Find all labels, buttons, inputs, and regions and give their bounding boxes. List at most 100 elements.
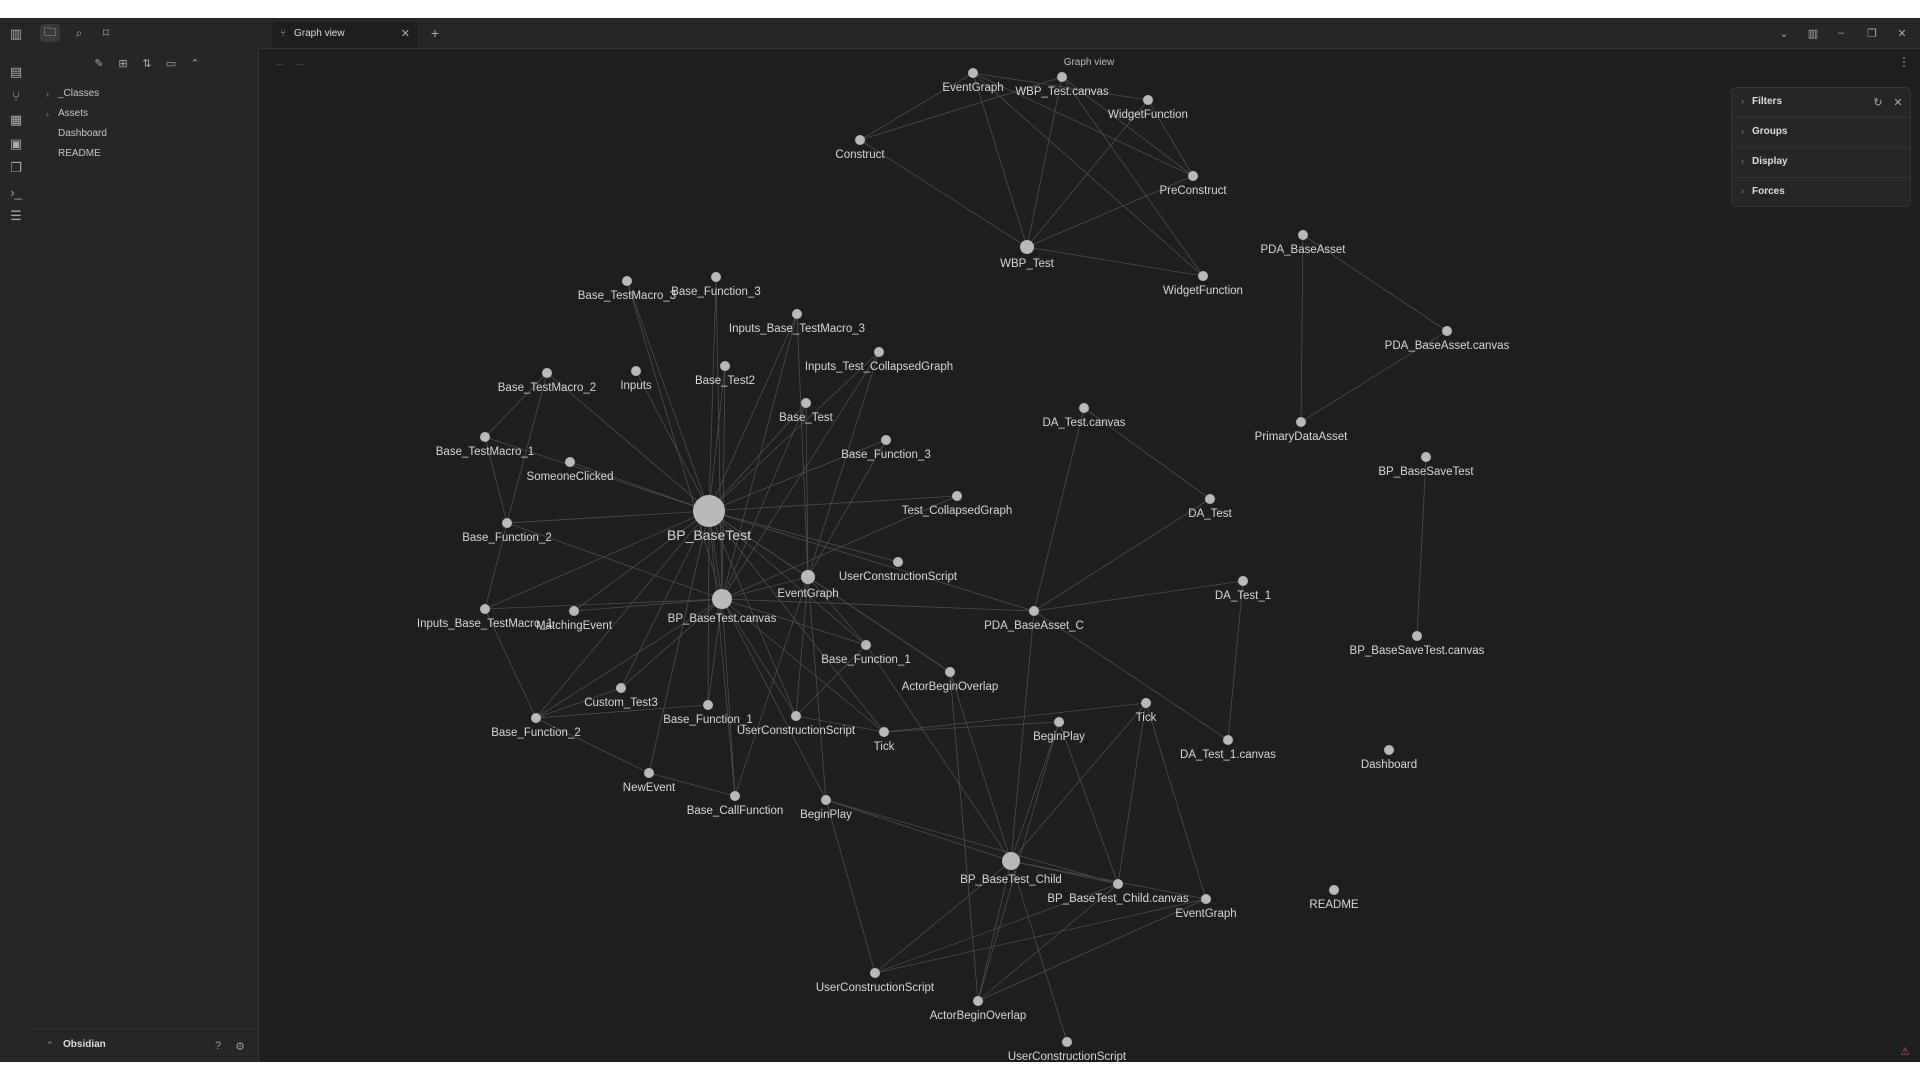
graph-node-dot[interactable] (622, 276, 632, 286)
tree-file-dashboard[interactable]: Dashboard (32, 124, 258, 144)
graph-node-dot[interactable] (952, 491, 962, 501)
sync-status-icon[interactable]: ⚠ (1898, 1044, 1912, 1058)
sort-button[interactable]: ⇅ (138, 54, 156, 72)
graph-canvas[interactable]: EventGraph WBP_Test.canvas WidgetFunction C… (0, 18, 1920, 1062)
auto-reveal-button[interactable]: ▭ (162, 54, 180, 72)
new-folder-button[interactable]: ⊞ (114, 54, 132, 72)
tree-folder-classes[interactable]: › _Classes (32, 84, 258, 104)
graph-node[interactable]: SomeoneClicked (527, 457, 614, 483)
graph-node[interactable]: Inputs_Base_TestMacro_1 (417, 604, 553, 630)
graph-node-dot[interactable] (542, 368, 552, 378)
graph-node-dot[interactable] (616, 683, 626, 693)
graph-node[interactable]: ActorBeginOverlap (930, 996, 1027, 1022)
graph-node-dot[interactable] (821, 795, 831, 805)
graph-node[interactable]: BP_BaseTest_Child.canvas (1047, 879, 1189, 905)
graph-node-dot[interactable] (703, 700, 713, 710)
collapse-all-button[interactable]: ⌃ (186, 54, 204, 72)
graph-node-dot[interactable] (480, 604, 490, 614)
graph-node-dot[interactable] (874, 347, 884, 357)
graph-node-dot[interactable] (1113, 879, 1123, 889)
graph-node[interactable]: Base_Function_1 (821, 640, 911, 666)
graph-node[interactable]: Base_Function_3 (841, 435, 931, 461)
search-icon[interactable]: ⌕ (69, 24, 89, 42)
tree-folder-assets[interactable]: › Assets (32, 104, 258, 124)
graph-node-dot[interactable] (1079, 403, 1089, 413)
graph-node-dot[interactable] (720, 361, 730, 371)
calendar-icon[interactable]: ▣ (6, 134, 26, 154)
graph-node-dot[interactable] (1002, 852, 1020, 870)
git-branch-icon[interactable]: ⑂ (6, 86, 26, 106)
graph-node[interactable]: DA_Test.canvas (1042, 403, 1126, 429)
graph-node[interactable]: ActorBeginOverlap (902, 667, 999, 693)
graph-node-dot[interactable] (1029, 606, 1039, 616)
graph-node-dot[interactable] (1296, 417, 1306, 427)
graph-node-dot[interactable] (1329, 885, 1339, 895)
graph-node[interactable]: PreConstruct (1159, 171, 1227, 197)
graph-node[interactable]: Base_TestMacro_3 (578, 276, 676, 302)
graph-node-dot[interactable] (893, 557, 903, 567)
graph-node[interactable]: UserConstructionScript (1008, 1037, 1127, 1062)
graph-node[interactable]: NewEvent (623, 768, 676, 794)
restore-icon[interactable]: ❐ (1862, 24, 1882, 42)
graph-node-dot[interactable] (711, 272, 721, 282)
graph-node-dot[interactable] (712, 589, 732, 609)
copy-icon[interactable]: ❐ (6, 158, 26, 178)
graph-node[interactable]: Construct (835, 135, 885, 161)
graph-node[interactable]: UserConstructionScript (839, 557, 958, 583)
right-sidebar-toggle-icon[interactable]: ▥ (1803, 24, 1823, 42)
graph-node[interactable]: BP_BaseSaveTest (1378, 452, 1474, 478)
graph-node-dot[interactable] (881, 435, 891, 445)
graph-node-dot[interactable] (801, 398, 811, 408)
graph-node[interactable]: WidgetFunction (1108, 95, 1188, 121)
graph-node[interactable]: PDA_BaseAsset (1260, 230, 1346, 256)
settings-gear-icon[interactable]: ⚙ (232, 1038, 248, 1054)
graph-node-dot[interactable] (801, 570, 815, 584)
graph-node-dot[interactable] (644, 768, 654, 778)
graph-node-dot[interactable] (1223, 735, 1233, 745)
graph-node-dot[interactable] (565, 457, 575, 467)
section-filters[interactable]: › Filters ↻ ✕ (1732, 88, 1910, 118)
graph-node[interactable]: BeginPlay (1033, 717, 1085, 743)
graph-node-dot[interactable] (1141, 698, 1151, 708)
graph-node-dot[interactable] (791, 711, 801, 721)
section-display[interactable]: › Display (1732, 148, 1910, 178)
graph-node-dot[interactable] (1384, 745, 1394, 755)
graph-node[interactable]: Custom_Test3 (584, 683, 658, 709)
graph-node-dot[interactable] (531, 713, 541, 723)
bookmark-icon[interactable]: ⌑ (96, 24, 116, 42)
graph-node[interactable]: Base_TestMacro_1 (436, 432, 534, 458)
graph-node[interactable]: DA_Test (1188, 494, 1233, 520)
graph-node[interactable]: PDA_BaseAsset.canvas (1385, 326, 1510, 352)
more-options-icon[interactable]: ⋮ (1898, 55, 1910, 69)
graph-node[interactable]: Base_TestMacro_2 (498, 368, 596, 394)
new-tab-button[interactable]: + (426, 24, 444, 42)
graph-node-dot[interactable] (1143, 95, 1153, 105)
graph-node-dot[interactable] (879, 727, 889, 737)
graph-node-dot[interactable] (973, 996, 983, 1006)
vault-switcher[interactable]: ⌃ Obsidian ? ⚙ (32, 1029, 258, 1062)
tab-graph-view[interactable]: ⑂ Graph view ✕ (272, 22, 418, 48)
graph-node-dot[interactable] (1020, 240, 1034, 254)
graph-node-dot[interactable] (792, 309, 802, 319)
graph-node-dot[interactable] (1238, 576, 1248, 586)
graph-node[interactable]: DA_Test_1 (1215, 576, 1271, 602)
graph-node-dot[interactable] (870, 968, 880, 978)
graph-node-dot[interactable] (1412, 631, 1422, 641)
graph-node[interactable]: Base_Function_1 (663, 700, 753, 726)
graph-node-dot[interactable] (945, 667, 955, 677)
graph-node-dot[interactable] (1205, 494, 1215, 504)
window-close-icon[interactable]: ✕ (1892, 24, 1912, 42)
graph-node-dot[interactable] (480, 432, 490, 442)
graph-node[interactable]: Base_CallFunction (687, 791, 784, 817)
section-groups[interactable]: › Groups (1732, 118, 1910, 148)
sidebar-toggle-icon[interactable]: ▥ (6, 24, 26, 44)
graph-node-dot[interactable] (861, 640, 871, 650)
graph-node-dot[interactable] (693, 495, 725, 527)
graph-node-dot[interactable] (1054, 717, 1064, 727)
graph-node[interactable]: BP_BaseSaveTest.canvas (1350, 631, 1485, 657)
graph-node[interactable]: BeginPlay (800, 795, 852, 821)
graph-node-dot[interactable] (1442, 326, 1452, 336)
minimize-icon[interactable]: – (1831, 24, 1851, 42)
graph-node-dot[interactable] (502, 518, 512, 528)
terminal-icon[interactable]: ›_ (6, 182, 26, 202)
